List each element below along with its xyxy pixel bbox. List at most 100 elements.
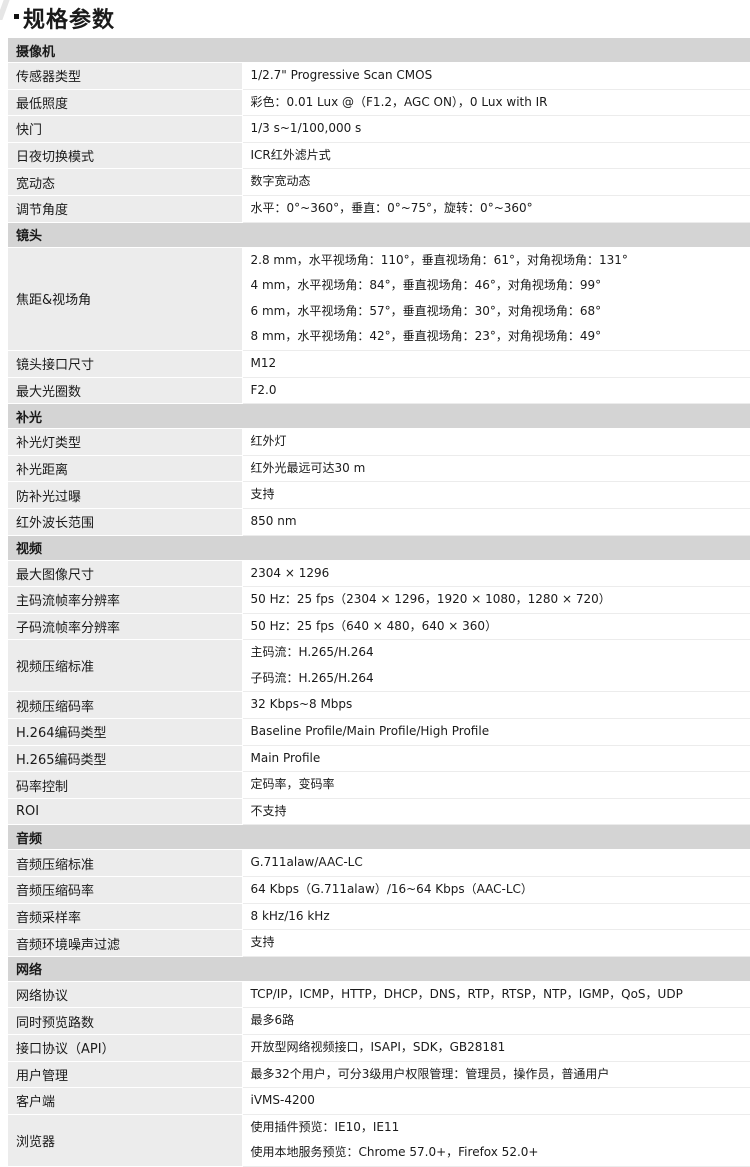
spec-row: H.265编码类型 Main Profile [8,745,750,773]
spec-label: 防补光过曝 [8,481,243,509]
section-title: 视频 [8,535,750,561]
spec-row: 子码流帧率分辨率 50 Hz：25 fps（640 × 480，640 × 360… [8,613,750,641]
spec-value: 1/2.7" Progressive Scan CMOS [242,62,750,90]
spec-value: 数字宽动态 [242,168,750,196]
spec-row: 音频压缩码率 64 Kbps（G.711alaw）/16~64 Kbps（AAC-… [8,876,750,904]
spec-label: 视频压缩码率 [8,691,243,720]
spec-value-line: 数字宽动态 [250,174,311,189]
spec-label: 浏览器 [8,1114,243,1167]
spec-value-line: ICR红外滤片式 [250,147,331,162]
spec-value-line: 使用插件预览：IE10，IE11 [250,1119,400,1134]
spec-value: 不支持 [242,798,750,826]
spec-value-line: 50 Hz：25 fps（2304 × 1296，1920 × 1080，128… [250,592,611,607]
spec-row: 主码流帧率分辨率 50 Hz：25 fps（2304 × 1296，1920 × … [8,586,750,614]
section-title: 网络 [8,956,750,982]
spec-value: Baseline Profile/Main Profile/High Profi… [242,718,750,746]
spec-row: 最低照度 彩色：0.01 Lux @（F1.2，AGC ON），0 Lux wit… [8,89,750,117]
spec-value-line: Baseline Profile/Main Profile/High Profi… [250,724,490,739]
spec-row: 宽动态 数字宽动态 [8,168,750,196]
spec-value-line: 使用本地服务预览：Chrome 57.0+，Firefox 52.0+ [250,1145,539,1160]
section-title: 摄像机 [8,38,750,63]
spec-row: 焦距&视场角 2.8 mm，水平视场角：110°，垂直视场角：61°，对角视场角：… [8,247,750,351]
spec-value-line: 8 kHz/16 kHz [250,908,330,923]
section-title: 镜头 [8,222,750,248]
spec-label: H.265编码类型 [8,745,243,773]
spec-value-line: 1/2.7" Progressive Scan CMOS [250,68,433,82]
spec-value: iVMS-4200 [242,1087,750,1115]
spec-value: 1/3 s~1/100,000 s [242,115,750,143]
spec-value-line: G.711alaw/AAC-LC [250,855,363,870]
spec-row: 接口协议（API） 开放型网络视频接口，ISAPI，SDK，GB28181 [8,1034,750,1062]
spec-value: 最多32个用户，可分3级用户权限管理：管理员，操作员，普通用户 [242,1061,750,1089]
spec-label: 同时预览路数 [8,1007,243,1035]
spec-value-line: 64 Kbps（G.711alaw）/16~64 Kbps（AAC-LC） [250,882,533,897]
spec-label: 红外波长范围 [8,508,243,536]
section-header: 音频 [8,824,750,851]
spec-value-line: 子码流：H.265/H.264 [250,670,374,685]
spec-value-line: 50 Hz：25 fps（640 × 480，640 × 360） [250,618,498,633]
spec-row: ROI 不支持 [8,798,750,826]
spec-label: 镜头接口尺寸 [8,350,243,378]
spec-value-line: 水平：0°~360°，垂直：0°~75°，旋转：0°~360° [250,200,533,215]
spec-row: 码率控制 定码率，变码率 [8,771,750,799]
spec-label: H.264编码类型 [8,718,243,746]
spec-row: 客户端 iVMS-4200 [8,1087,750,1115]
spec-value-line: 850 nm [250,513,297,528]
spec-label: 客户端 [8,1087,243,1115]
section-header: 镜头 [8,222,750,248]
spec-value: 850 nm [242,508,750,536]
spec-value: 最多6路 [242,1007,750,1035]
spec-value-line: 1/3 s~1/100,000 s [250,121,362,136]
spec-value: F2.0 [242,377,750,405]
spec-value-line: 主码流：H.265/H.264 [250,645,374,660]
spec-value-line: 红外光最远可达30 m [250,460,366,475]
spec-table: 摄像机 传感器类型 1/2.7" Progressive Scan CMOS 最低照度… [8,38,750,1167]
spec-row: 浏览器 使用插件预览：IE10，IE11 使用本地服务预览：Chrome 57.0+… [8,1114,750,1167]
spec-value-line: 开放型网络视频接口，ISAPI，SDK，GB28181 [250,1040,506,1054]
spec-row: 传感器类型 1/2.7" Progressive Scan CMOS [8,62,750,90]
spec-value: 红外灯 [242,428,750,456]
spec-row: 视频压缩标准 主码流：H.265/H.264 子码流：H.265/H.264 [8,639,750,693]
spec-value: 支持 [242,929,750,957]
spec-value-line: 支持 [250,487,275,502]
spec-label: 接口协议（API） [8,1034,243,1062]
spec-label: 传感器类型 [8,62,243,90]
spec-label: 子码流帧率分辨率 [8,613,243,641]
spec-value: 主码流：H.265/H.264 子码流：H.265/H.264 [242,639,750,693]
spec-row: 补光距离 红外光最远可达30 m [8,455,750,483]
spec-value-line: 最多6路 [250,1013,295,1028]
spec-row: 最大图像尺寸 2304 × 1296 [8,560,750,588]
spec-value: 50 Hz：25 fps（2304 × 1296，1920 × 1080，128… [242,586,750,614]
section-title: 音频 [8,824,750,851]
spec-value: 32 Kbps~8 Mbps [242,691,750,720]
spec-value-line: 不支持 [250,803,287,818]
spec-value: 使用插件预览：IE10，IE11 使用本地服务预览：Chrome 57.0+，Fi… [242,1114,750,1167]
spec-row: 音频压缩标准 G.711alaw/AAC-LC [8,849,750,878]
spec-value: 64 Kbps（G.711alaw）/16~64 Kbps（AAC-LC） [242,876,750,904]
spec-value-line: 支持 [250,935,275,950]
spec-value-line: 最多32个用户，可分3级用户权限管理：管理员，操作员，普通用户 [250,1066,610,1081]
spec-label: 调节角度 [8,195,243,223]
spec-row: 镜头接口尺寸 M12 [8,350,750,378]
title-bar: 规格参数 [0,0,750,36]
spec-row: 补光灯类型 红外灯 [8,428,750,456]
spec-label: 最大图像尺寸 [8,560,243,588]
spec-value: 支持 [242,481,750,509]
spec-row: 调节角度 水平：0°~360°，垂直：0°~75°，旋转：0°~360° [8,195,750,223]
spec-label: 视频压缩标准 [8,639,243,693]
section-title: 补光 [8,403,750,430]
spec-row: 音频采样率 8 kHz/16 kHz [8,903,750,931]
spec-value-line: 2.8 mm，水平视场角：110°，垂直视场角：61°，对角视场角：131° [250,252,628,267]
spec-value: 50 Hz：25 fps（640 × 480，640 × 360） [242,613,750,641]
spec-value: TCP/IP，ICMP，HTTP，DHCP，DNS，RTP，RTSP，NTP，I… [242,981,750,1009]
spec-value: Main Profile [242,745,750,773]
section-header: 摄像机 [8,38,750,63]
spec-value: 2304 × 1296 [242,560,750,588]
spec-value: 红外光最远可达30 m [242,455,750,483]
bullet-square-icon [14,14,19,19]
spec-value-line: 32 Kbps~8 Mbps [250,697,353,712]
spec-value: M12 [242,350,750,378]
spec-value: 8 kHz/16 kHz [242,903,750,931]
spec-value: ICR红外滤片式 [242,142,750,170]
spec-label: 快门 [8,115,243,143]
